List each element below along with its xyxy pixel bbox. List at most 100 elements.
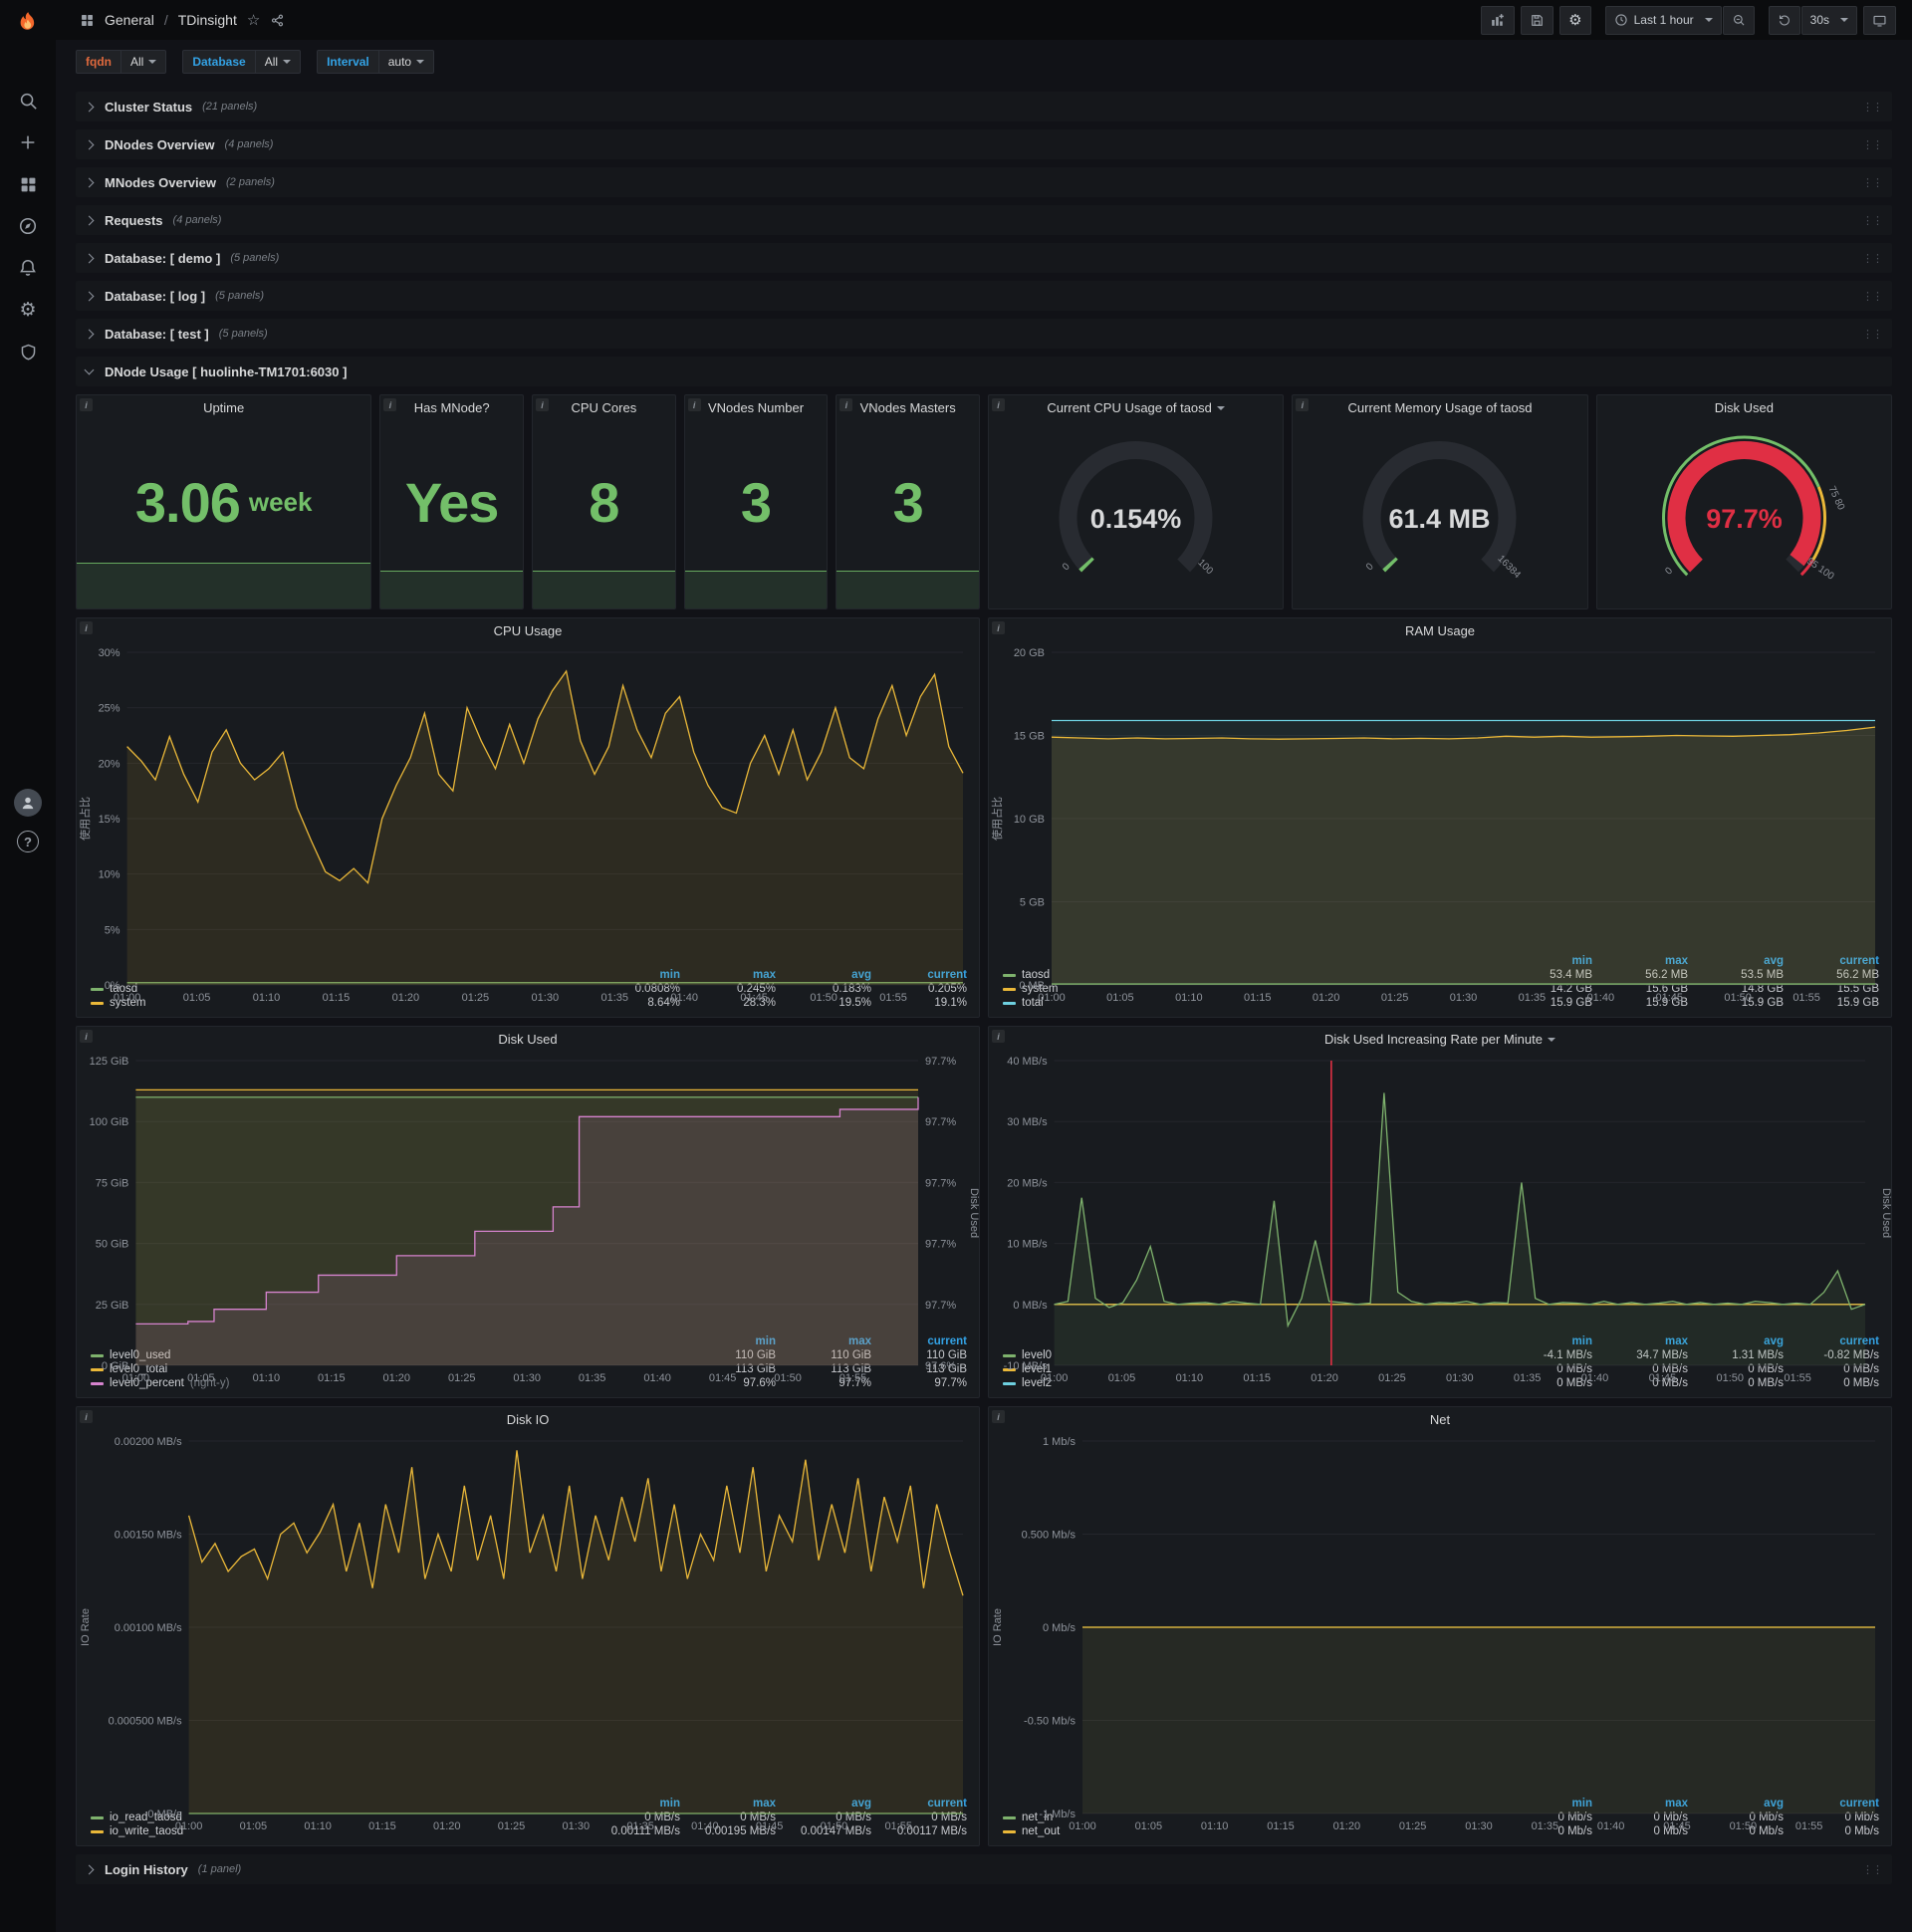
dashboard-row-dnode-usage[interactable]: DNode Usage [ huolinhe-TM1701:6030 ] xyxy=(76,357,1892,386)
row-drag-handle-icon[interactable]: ⋮⋮ xyxy=(1862,101,1883,114)
panel-title[interactable]: Disk Used xyxy=(1597,395,1891,416)
panel-info-icon[interactable]: i xyxy=(687,398,701,411)
create-plus-icon[interactable] xyxy=(8,124,48,160)
breadcrumb-dashboard-title[interactable]: TDinsight xyxy=(178,12,237,28)
panel-info-icon[interactable]: i xyxy=(992,621,1005,634)
panel-info-icon[interactable]: i xyxy=(1296,398,1310,411)
panel-info-icon[interactable]: i xyxy=(992,1030,1005,1043)
row-drag-handle-icon[interactable]: ⋮⋮ xyxy=(1862,1863,1883,1876)
variable-value-database[interactable]: All xyxy=(254,50,302,74)
panel-title[interactable]: CPU Usage xyxy=(77,618,979,644)
panel-title[interactable]: Uptime xyxy=(77,395,370,421)
panel-title[interactable]: Has MNode? xyxy=(380,395,523,421)
breadcrumb-folder[interactable]: General xyxy=(105,12,154,28)
variable-label-interval[interactable]: Interval xyxy=(317,50,378,74)
panel-info-icon[interactable]: i xyxy=(80,621,93,634)
search-icon[interactable] xyxy=(8,83,48,119)
panel-ram-usage: i RAM Usage 0 MB 5 GB 10 GB 15 GB 20 GB 01:00… xyxy=(988,617,1892,1018)
star-icon[interactable]: ☆ xyxy=(247,11,260,29)
panel-title[interactable]: Current Memory Usage of taosd xyxy=(1293,395,1586,416)
variable-label-database[interactable]: Database xyxy=(182,50,255,74)
ram-usage-plot[interactable]: 0 MB 5 GB 10 GB 15 GB 20 GB 01:00 01:05 01:10 01… xyxy=(989,644,1891,1004)
stat-number: Yes xyxy=(404,470,500,534)
configuration-gear-icon[interactable]: ⚙ xyxy=(8,292,48,328)
sidebar-bottom: ? xyxy=(0,789,56,852)
svg-text:01:50: 01:50 xyxy=(1717,1372,1745,1384)
svg-text:01:40: 01:40 xyxy=(643,1372,671,1384)
dashboard-settings-button[interactable]: ⚙ xyxy=(1559,5,1591,35)
svg-text:25 GiB: 25 GiB xyxy=(96,1300,129,1312)
svg-text:01:10: 01:10 xyxy=(304,1820,332,1832)
dashboard-row-dnodes-overview[interactable]: DNodes Overview (4 panels) ⋮⋮ xyxy=(76,129,1892,159)
svg-text:20 GB: 20 GB xyxy=(1014,647,1045,659)
panel-info-icon[interactable]: i xyxy=(839,398,853,411)
panel-title[interactable]: Net xyxy=(989,1407,1891,1433)
dashboard-row-database-test[interactable]: Database: [ test ] (5 panels) ⋮⋮ xyxy=(76,319,1892,349)
tv-kiosk-mode-button[interactable] xyxy=(1863,5,1896,35)
svg-text:01:50: 01:50 xyxy=(810,992,837,1004)
share-icon[interactable] xyxy=(270,13,285,28)
row-drag-handle-icon[interactable]: ⋮⋮ xyxy=(1862,252,1883,265)
panel-title-text: RAM Usage xyxy=(1404,623,1476,638)
dashboard-row-database-demo[interactable]: Database: [ demo ] (5 panels) ⋮⋮ xyxy=(76,243,1892,273)
zoom-out-time-button[interactable] xyxy=(1722,5,1755,35)
svg-text:01:15: 01:15 xyxy=(1244,992,1272,1004)
svg-text:01:20: 01:20 xyxy=(1311,1372,1338,1384)
panel-title[interactable]: CPU Cores xyxy=(533,395,675,421)
dashboard-row-mnodes-overview[interactable]: MNodes Overview (2 panels) ⋮⋮ xyxy=(76,167,1892,197)
svg-text:01:55: 01:55 xyxy=(1784,1372,1811,1384)
panel-title[interactable]: Current CPU Usage of taosd xyxy=(989,395,1283,416)
variable-label-fqdn[interactable]: fqdn xyxy=(76,50,120,74)
svg-text:16384: 16384 xyxy=(1496,554,1524,582)
time-range-picker[interactable]: Last 1 hour xyxy=(1604,5,1722,35)
alerting-bell-icon[interactable] xyxy=(8,250,48,286)
dashboard-row-cluster-status[interactable]: Cluster Status (21 panels) ⋮⋮ xyxy=(76,92,1892,121)
row-drag-handle-icon[interactable]: ⋮⋮ xyxy=(1862,176,1883,189)
row-drag-handle-icon[interactable]: ⋮⋮ xyxy=(1862,290,1883,303)
stat-sparkline xyxy=(533,571,675,608)
svg-text:30 MB/s: 30 MB/s xyxy=(1007,1116,1048,1128)
user-avatar[interactable] xyxy=(14,789,42,817)
refresh-interval-picker[interactable]: 30s xyxy=(1800,5,1857,35)
panel-info-icon[interactable]: i xyxy=(80,1030,93,1043)
panel-info-icon[interactable]: i xyxy=(992,398,1005,411)
dashboards-icon[interactable] xyxy=(8,166,48,202)
panel-info-icon[interactable]: i xyxy=(992,1410,1005,1423)
panel-info-icon[interactable]: i xyxy=(383,398,397,411)
svg-text:75 GiB: 75 GiB xyxy=(96,1177,129,1189)
panel-title[interactable]: RAM Usage xyxy=(989,618,1891,644)
disk-rate-plot[interactable]: -10 MB/s 0 MB/s 10 MB/s 20 MB/s 30 MB/s 40 MB… xyxy=(989,1053,1891,1384)
row-drag-handle-icon[interactable]: ⋮⋮ xyxy=(1862,138,1883,151)
panel-title[interactable]: VNodes Number xyxy=(685,395,828,421)
variable-value-interval[interactable]: auto xyxy=(377,50,435,74)
help-icon[interactable]: ? xyxy=(17,831,39,852)
refresh-button[interactable] xyxy=(1768,5,1800,35)
server-admin-shield-icon[interactable] xyxy=(8,334,48,369)
dashboard-row-login-history[interactable]: Login History (1 panel) ⋮⋮ xyxy=(76,1854,1892,1884)
stat-number: 8 xyxy=(589,470,619,534)
panel-info-icon[interactable]: i xyxy=(80,398,93,411)
row-drag-handle-icon[interactable]: ⋮⋮ xyxy=(1862,328,1883,341)
refresh-controls: 30s xyxy=(1768,5,1857,35)
panel-title[interactable]: VNodes Masters xyxy=(836,395,979,421)
net-plot[interactable]: -1 Mb/s -0.50 Mb/s 0 Mb/s 0.500 Mb/s 1 Mb/s 0… xyxy=(989,1433,1891,1832)
variable-value-fqdn[interactable]: All xyxy=(120,50,167,74)
panel-title[interactable]: Disk Used Increasing Rate per Minute xyxy=(989,1027,1891,1053)
explore-compass-icon[interactable] xyxy=(8,208,48,244)
disk-io-plot[interactable]: 0 MB/s 0.000500 MB/s 0.00100 MB/s 0.00150 M… xyxy=(77,1433,979,1832)
svg-text:01:40: 01:40 xyxy=(1587,992,1615,1004)
add-panel-button[interactable] xyxy=(1481,5,1516,35)
save-dashboard-button[interactable] xyxy=(1521,5,1554,35)
panel-title[interactable]: Disk IO xyxy=(77,1407,979,1433)
grafana-logo[interactable] xyxy=(11,7,45,41)
chevron-right-icon xyxy=(84,102,95,112)
row-drag-handle-icon[interactable]: ⋮⋮ xyxy=(1862,214,1883,227)
disk-used-plot[interactable]: 0 GiB 25 GiB 50 GiB 75 GiB 100 GiB 125 GiB 97.… xyxy=(77,1053,979,1384)
dashboard-row-database-log[interactable]: Database: [ log ] (5 panels) ⋮⋮ xyxy=(76,281,1892,311)
panel-title[interactable]: Disk Used xyxy=(77,1027,979,1053)
dashboard-row-requests[interactable]: Requests (4 panels) ⋮⋮ xyxy=(76,205,1892,235)
panel-info-icon[interactable]: i xyxy=(80,1410,93,1423)
panel-info-icon[interactable]: i xyxy=(536,398,549,411)
chevron-right-icon xyxy=(84,177,95,187)
cpu-usage-plot[interactable]: 0% 5% 10% 15% 20% 25% 30% 01:00 01:05 01:10 01:15 0… xyxy=(77,644,979,1004)
